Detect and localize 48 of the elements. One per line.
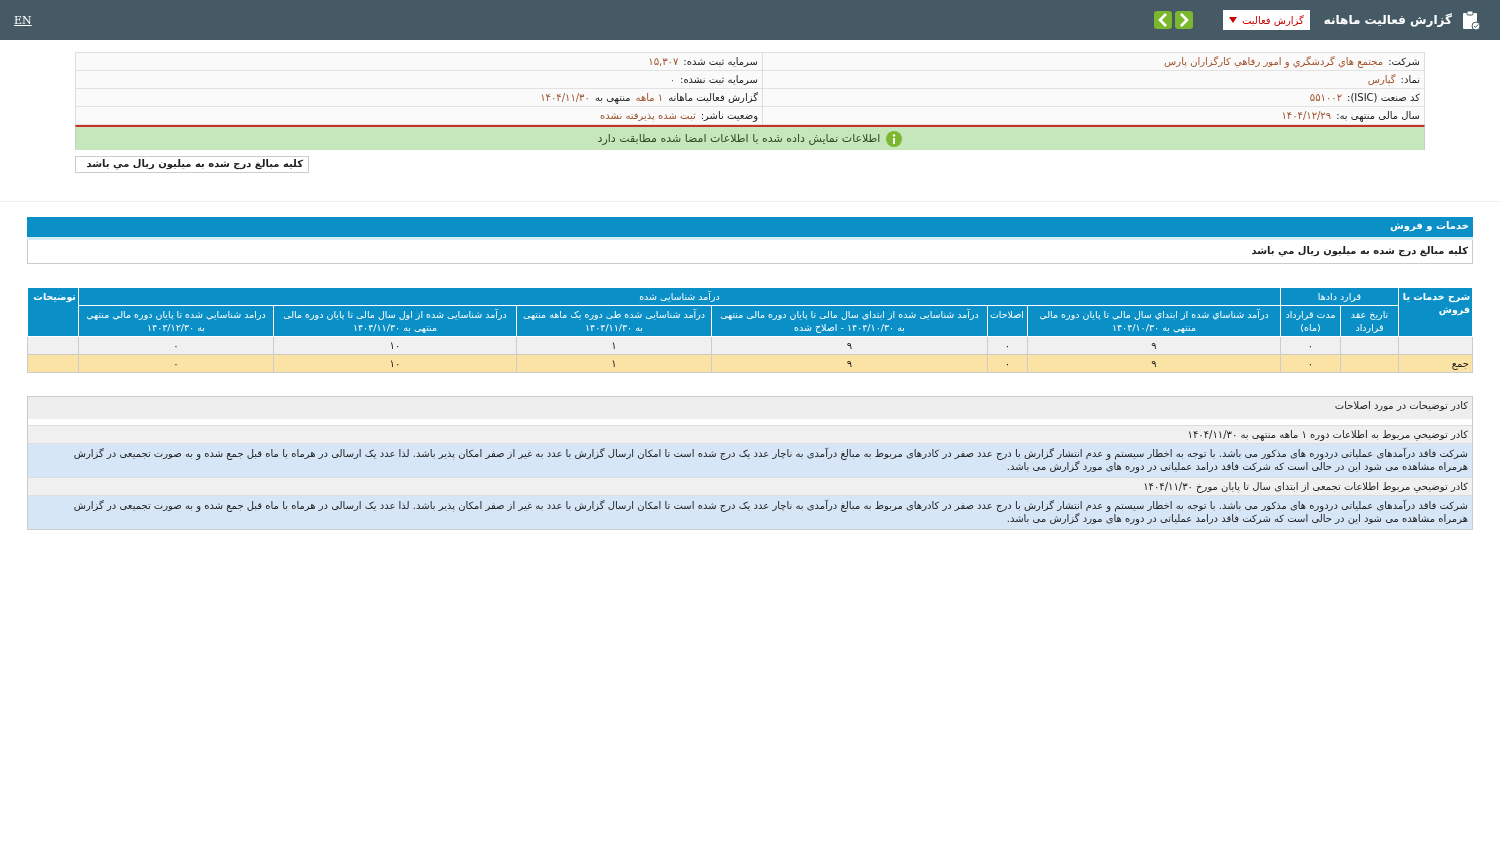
unit-note: کليه مبالغ درج شده به ميليون ريال مي باشد [27, 240, 1473, 264]
field-value: ۱۴۰۴/۱۱/۳۰ [540, 92, 590, 103]
field-label: نماد: [1400, 74, 1420, 85]
next-button[interactable] [1175, 11, 1193, 29]
field-label: سرمایه ثبت نشده: [680, 74, 758, 85]
column-header: درآمد شناسایی شده از اول سال مالی تا پایان دوره مالی منتهی به ۱۴۰۴/۱۱/۳۰ [273, 305, 517, 337]
column-header: درآمد شناساي شده از ابتداي سال مالي تا پايان دوره مالي منتهي به ۱۴۰۴/۱۰/۳۰ [1027, 305, 1281, 337]
chevron-right-icon [1179, 13, 1189, 27]
field-label: کد صنعت (ISIC): [1347, 92, 1420, 103]
field-value: ثبت شده پذیرفته نشده [600, 110, 696, 121]
field-value: ۱۵,۳۰۷ [648, 56, 679, 67]
notes-subheading: کادر توضيحي مربوط به اطلاعات دوره ۱ ماهه منتهی به ۱۴۰۴/۱۱/۳۰ [28, 425, 1472, 443]
field-value: ۰ [669, 74, 675, 85]
language-link[interactable]: EN [14, 13, 32, 27]
field-value: ۵۵۱۰۰۲ [1309, 92, 1343, 103]
field-label: گزارش فعاليت ماهانه [668, 92, 758, 103]
page-title: گزارش فعاليت ماهانه [1323, 13, 1452, 27]
note-paragraph: شرکت فاقد درآمدهای عملیاتی دردوره های مذکور می باشد. با توجه به اخطار سیستم و عدم انتشار گزارش با درج عدد صفر در کادرهای مربوط به مبالغ درآمدی به ناچار عدد یک درج شده است تا امکان ارسال گزارش با عدد به غیر از صفر امکان پذیر باشد. لذا عدد یک ارسالی در هرماه با ماه قبل جمع شده و به صورت تجمیعی در گزارش هرمراه مشاهده می شود این در حالی است که شرکت فاقد درامد عملیاتی در دوره های مورد گزارش می باشد. [28, 443, 1472, 477]
field-label: سرمایه ثبت شده: [683, 56, 758, 67]
field-value: گپارس [1367, 74, 1396, 85]
field-label: سال مالی منتهی به: [1336, 110, 1420, 121]
column-header: درآمد شناسایی شده [78, 287, 1281, 306]
caret-icon [1229, 17, 1237, 23]
column-header: درآمد شناسایی شده از ابتدای سال مالی تا پایان دوره مالی منتهی به ۱۴۰۴/۱۰/۳۰ - اصلاح شده [711, 305, 988, 337]
notes-subheading: کادر توضيحي مربوط اطلاعات تجمعی از ابتدای سال تا پایان مورخ ۱۴۰۴/۱۱/۳۰ [28, 477, 1472, 495]
report-dropdown[interactable]: گزارش فعالیت [1223, 10, 1310, 30]
column-header: تاریخ عقد قرارداد [1340, 305, 1399, 337]
unit-note: کليه مبالغ درج شده به ميليون ريال مي باشد [75, 156, 309, 173]
column-header: درامد شناسايي شده تا پايان دوره مالي منتهي به ۱۴۰۳/۱۲/۳۰ [78, 305, 274, 337]
field-value: مجتمع هاي گردشگري و امور رفاهي کارگزاران پارس [1164, 56, 1384, 67]
field-label: منتهی به [594, 92, 631, 103]
chevron-left-icon [1158, 13, 1168, 27]
field-label: شرکت: [1388, 56, 1420, 67]
column-header: اصلاحات [987, 305, 1028, 337]
previous-button[interactable] [1154, 11, 1172, 29]
clipboard-icon [1462, 10, 1480, 30]
field-value: ۱۴۰۴/۱۲/۲۹ [1281, 110, 1332, 121]
column-header: درآمد شناسایی شده طی دوره یک ماهه منتهی به ۱۴۰۴/۱۱/۳۰ [516, 305, 712, 337]
column-header: مدت قرارداد (ماه) [1280, 305, 1341, 337]
field-label: وضعیت ناشر: [700, 110, 758, 121]
column-header: قرارد دادها [1280, 287, 1399, 306]
field-value: ۱ ماهه [635, 92, 664, 103]
section-title: خدمات و فروش [27, 217, 1473, 240]
column-header: شرح خدمات يا فروش [1398, 287, 1473, 337]
message-text: اطلاعات نمایش داده شده با اطلاعات امضا شده مطابقت دارد [597, 132, 881, 145]
column-header: توضیحات [27, 287, 79, 337]
info-icon [886, 130, 903, 147]
note-paragraph: شرکت فاقد درآمدهای عملیاتی دردوره های مذکور می باشد. با توجه به اخطار سیستم و عدم انتشار گزارش با درج عدد صفر در کادرهای مربوط به مبالغ درآمدی به ناچار عدد یک درج شده است تا امکان ارسال گزارش با عدد به غیر از صفر امکان پذیر باشد. لذا عدد یک ارسالی در هرماه با ماه قبل جمع شده و به صورت تجمیعی در گزارش هرمراه مشاهده می شود این در حالی است که شرکت فاقد درامد عملیاتی در دوره های مورد گزارش می باشد. [28, 495, 1472, 529]
